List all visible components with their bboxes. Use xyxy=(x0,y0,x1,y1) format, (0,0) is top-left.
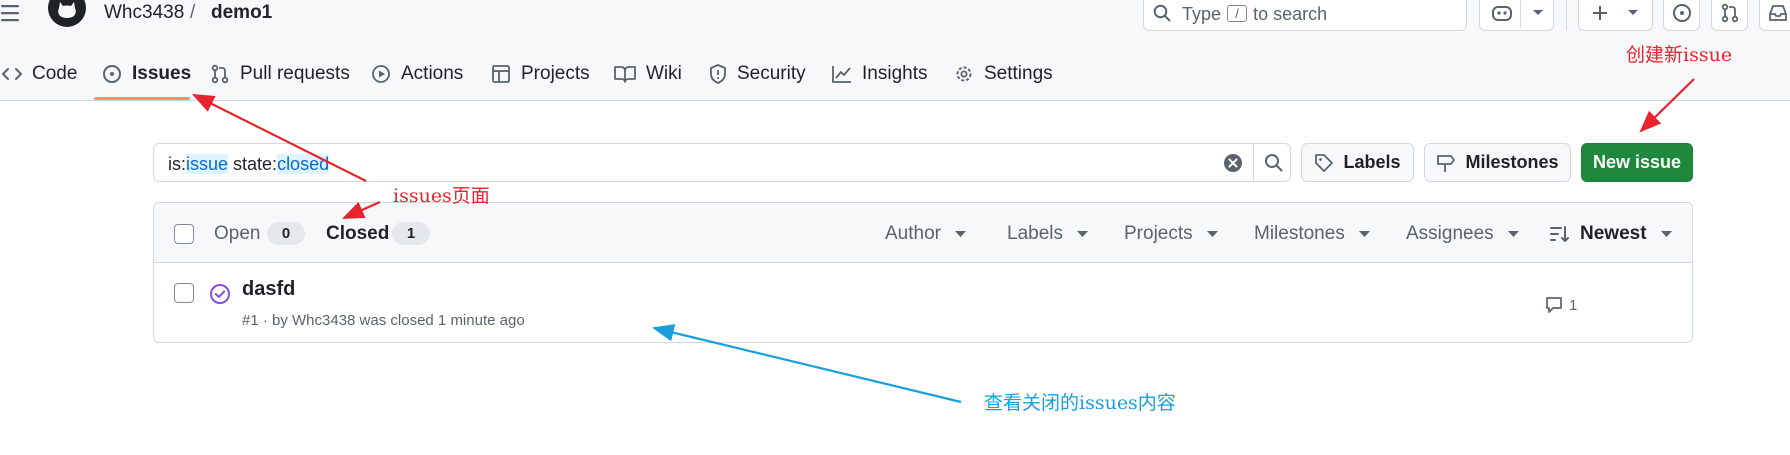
inbox-button[interactable] xyxy=(1759,0,1790,31)
tab-security[interactable]: Security xyxy=(709,54,806,94)
open-count-badge: 0 xyxy=(267,222,305,245)
git-pull-request-icon xyxy=(211,64,229,84)
table-icon xyxy=(492,65,510,83)
sort-desc-icon xyxy=(1550,226,1569,242)
chevron-down-icon xyxy=(1628,10,1638,15)
github-logo-icon[interactable] xyxy=(46,0,88,28)
issue-meta: #1 · by Whc3438 was closed 1 minute ago xyxy=(242,312,525,329)
issue-row[interactable]: dasfd #1 · by Whc3438 was closed 1 minut… xyxy=(154,264,1692,342)
pull-requests-shortcut-button[interactable] xyxy=(1711,0,1748,31)
book-icon xyxy=(614,66,636,83)
breadcrumb-owner[interactable]: Whc3438 xyxy=(104,2,184,24)
gear-icon xyxy=(956,66,972,82)
annotation-new-issue: 创建新issue xyxy=(1626,44,1733,66)
milestones-filter-dropdown[interactable]: Milestones xyxy=(1254,223,1370,245)
shield-icon xyxy=(710,64,726,84)
filter-query[interactable]: is:issue state:closed xyxy=(168,154,330,175)
issues-list: Open 0 Closed 1 Author Labels Projects M… xyxy=(153,202,1693,343)
author-filter-dropdown[interactable]: Author xyxy=(885,223,966,245)
search-icon xyxy=(1153,4,1171,22)
create-new-button[interactable] xyxy=(1578,0,1653,31)
tab-actions[interactable]: Actions xyxy=(371,54,463,94)
code-icon xyxy=(2,68,22,80)
issues-filter-input[interactable]: is:issue state:closed xyxy=(153,143,1291,182)
labels-filter-dropdown[interactable]: Labels xyxy=(1007,223,1088,245)
play-icon xyxy=(372,65,390,83)
caret-down-icon xyxy=(1507,230,1519,237)
slash-key-hint: / xyxy=(1227,5,1248,22)
toolbar-divider xyxy=(1566,0,1567,30)
milestones-button[interactable]: Milestones xyxy=(1424,143,1571,182)
issues-list-header: Open 0 Closed 1 Author Labels Projects M… xyxy=(154,203,1692,263)
labels-button[interactable]: Labels xyxy=(1301,143,1414,182)
plus-icon xyxy=(1593,6,1607,20)
issues-shortcut-button[interactable] xyxy=(1663,0,1700,31)
assignees-filter-dropdown[interactable]: Assignees xyxy=(1406,223,1519,245)
git-pull-request-icon xyxy=(1721,3,1739,23)
filter-divider xyxy=(1253,144,1254,181)
caret-down-icon xyxy=(1206,230,1218,237)
clear-filter-icon[interactable] xyxy=(1223,153,1243,173)
issue-opened-icon xyxy=(103,65,121,83)
graph-icon xyxy=(832,66,851,83)
tag-icon xyxy=(1315,153,1334,172)
search-icon[interactable] xyxy=(1264,153,1283,172)
caret-down-icon xyxy=(954,230,966,237)
issue-checkbox[interactable] xyxy=(174,283,194,303)
search-placeholder: Type / to search xyxy=(1182,4,1328,24)
issue-comments-link[interactable]: 1 xyxy=(1545,296,1577,314)
breadcrumb-repo[interactable]: demo1 xyxy=(211,2,272,24)
breadcrumb-separator: / xyxy=(190,2,196,23)
tab-wiki[interactable]: Wiki xyxy=(614,54,682,94)
issue-title-link[interactable]: dasfd xyxy=(242,278,295,301)
top-bar: Whc3438 / demo1 Type / to search xyxy=(0,0,1790,31)
repo-header: Whc3438 / demo1 Type / to search Code Is… xyxy=(0,0,1790,101)
annotation-issues-page: issues页面 xyxy=(393,185,490,207)
closed-count-badge: 1 xyxy=(392,222,430,245)
global-search-input[interactable]: Type / to search xyxy=(1143,0,1467,31)
tab-issues[interactable]: Issues xyxy=(102,54,191,94)
issue-opened-icon xyxy=(1673,4,1691,22)
caret-down-icon xyxy=(1660,230,1672,237)
tab-insights[interactable]: Insights xyxy=(832,54,927,94)
tab-code[interactable]: Code xyxy=(2,54,77,94)
select-all-checkbox[interactable] xyxy=(174,224,194,244)
caret-down-icon xyxy=(1077,230,1088,237)
sort-dropdown[interactable]: Newest xyxy=(1550,223,1672,245)
tab-settings[interactable]: Settings xyxy=(954,54,1053,94)
tab-pull-requests[interactable]: Pull requests xyxy=(210,54,350,94)
chevron-down-icon xyxy=(1533,10,1543,15)
closed-issues-toggle[interactable]: Closed xyxy=(326,223,389,245)
caret-down-icon xyxy=(1358,230,1370,237)
open-issues-toggle[interactable]: Open xyxy=(214,223,260,245)
milestone-icon xyxy=(1437,154,1456,172)
projects-filter-dropdown[interactable]: Projects xyxy=(1124,223,1218,245)
comment-icon xyxy=(1546,297,1562,313)
new-issue-button[interactable]: New issue xyxy=(1581,143,1693,182)
copilot-icon xyxy=(1492,6,1512,21)
hamburger-menu-icon[interactable] xyxy=(0,2,22,24)
inbox-icon xyxy=(1769,5,1787,21)
active-tab-underline xyxy=(94,97,190,100)
issue-closed-icon xyxy=(210,284,230,304)
copilot-button[interactable] xyxy=(1479,0,1554,31)
tab-projects[interactable]: Projects xyxy=(491,54,590,94)
annotation-closed-issues: 查看关闭的issues内容 xyxy=(984,392,1176,414)
